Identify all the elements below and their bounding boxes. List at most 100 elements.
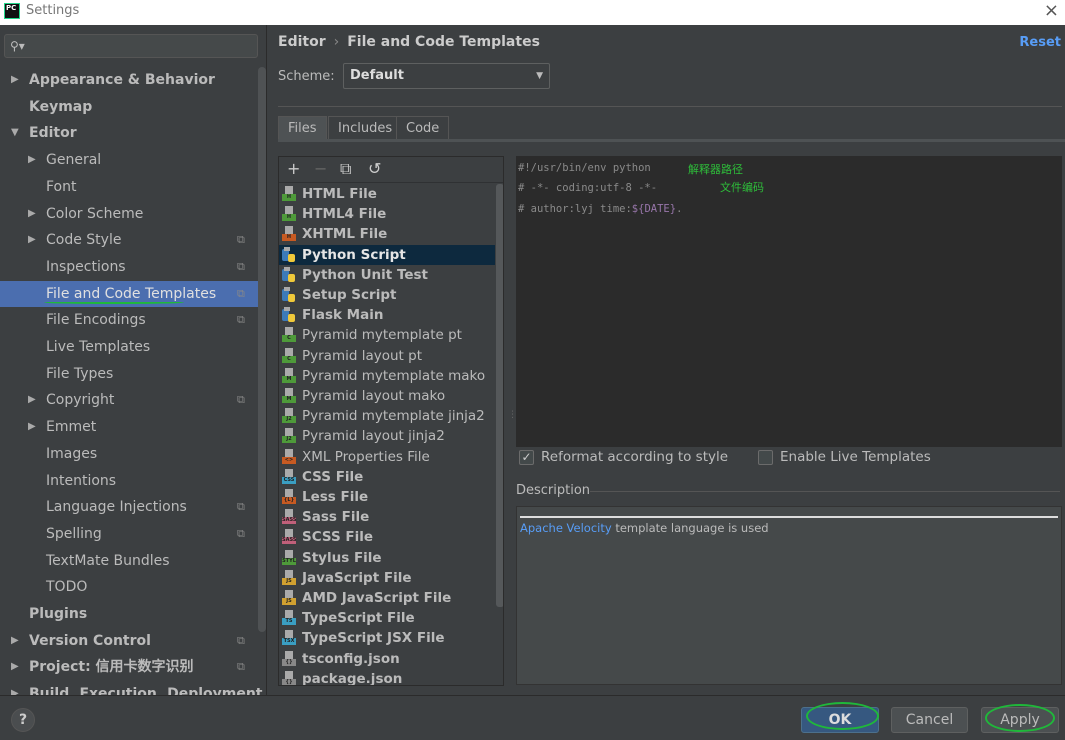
sidebar-item-plugins[interactable]: Plugins — [0, 601, 258, 627]
sidebar-item-label: File Encodings — [46, 312, 146, 329]
template-list-item[interactable]: Setup Script — [279, 285, 495, 305]
file-type-icon: SASS — [282, 509, 296, 525]
scheme-dropdown[interactable]: Default ▼ — [343, 63, 550, 89]
sidebar-item-project[interactable]: ▶ Project: 信用卡数字识别 ⧉ — [0, 654, 258, 680]
tab-includes[interactable]: Includes — [328, 116, 403, 140]
file-type-icon: {L} — [282, 489, 296, 505]
checkbox-checked-icon: ✓ — [519, 450, 534, 465]
template-list-item[interactable]: J2 Pyramid layout jinja2 — [279, 426, 495, 446]
sidebar-item-images[interactable]: Images — [0, 441, 258, 467]
sidebar-item-label: Build, Execution, Deployment — [29, 686, 263, 695]
template-list-scrollbar[interactable] — [496, 184, 503, 607]
sidebar-item-intentions[interactable]: Intentions — [0, 468, 258, 494]
search-input[interactable]: ⚲▾ — [4, 34, 258, 58]
tab-files[interactable]: Files — [278, 116, 327, 140]
sidebar-item-keymap[interactable]: Keymap — [0, 94, 258, 120]
sidebar-item-emmet[interactable]: ▶ Emmet — [0, 414, 258, 440]
copy-icon[interactable]: ⧉ — [340, 159, 351, 179]
project-scope-icon: ⧉ — [237, 660, 245, 674]
reset-link[interactable]: Reset — [1019, 35, 1061, 50]
chevron-right-icon[interactable]: ▶ — [28, 414, 36, 440]
template-list-item[interactable]: {} tsconfig.json — [279, 649, 495, 669]
sidebar-item-copyright[interactable]: ▶ Copyright ⧉ — [0, 387, 258, 413]
scheme-label: Scheme: — [278, 69, 335, 84]
sidebar-item-general[interactable]: ▶ General — [0, 147, 258, 173]
template-list-item[interactable]: H XHTML File — [279, 224, 495, 244]
template-list-item[interactable]: JS JavaScript File — [279, 568, 495, 588]
help-button[interactable]: ? — [11, 708, 35, 732]
template-list-item[interactable]: J2 Pyramid mytemplate jinja2 — [279, 406, 495, 426]
sidebar-item-spelling[interactable]: Spelling ⧉ — [0, 521, 258, 547]
breadcrumb-editor[interactable]: Editor — [278, 34, 326, 50]
template-list-item[interactable]: SASS SCSS File — [279, 527, 495, 547]
chevron-right-icon[interactable]: ▶ — [28, 147, 36, 173]
template-editor[interactable]: #!/usr/bin/env python # -*- coding:utf-8… — [516, 156, 1062, 447]
sidebar-item-todo[interactable]: TODO — [0, 574, 258, 600]
template-list-item[interactable]: <> XML Properties File — [279, 447, 495, 467]
sidebar-item-code-style[interactable]: ▶ Code Style ⧉ — [0, 227, 258, 253]
template-list-item[interactable]: Flask Main — [279, 305, 495, 325]
sidebar-item-font[interactable]: Font — [0, 174, 258, 200]
template-list-item[interactable]: C Pyramid layout pt — [279, 346, 495, 366]
template-list-item[interactable]: JS AMD JavaScript File — [279, 588, 495, 608]
search-icon: ⚲▾ — [10, 39, 25, 53]
python-file-icon — [282, 266, 296, 283]
file-type-icon: J2 — [282, 408, 296, 424]
template-list-item[interactable]: STYL Stylus File — [279, 548, 495, 568]
breadcrumb-separator: › — [333, 34, 340, 50]
sidebar-item-file-and-code-templates[interactable]: File and Code Templates ⧉ — [0, 280, 258, 307]
sidebar-item-language-injections[interactable]: Language Injections ⧉ — [0, 494, 258, 520]
sidebar-item-live-templates[interactable]: Live Templates — [0, 334, 258, 360]
template-list-item[interactable]: M Pyramid mytemplate mako — [279, 366, 495, 386]
pycharm-logo-icon: PC — [4, 3, 20, 19]
template-label: TypeScript File — [302, 610, 415, 627]
template-list-item[interactable]: {} package.json — [279, 669, 495, 685]
cancel-button[interactable]: Cancel — [891, 707, 968, 733]
project-scope-icon: ⧉ — [237, 286, 245, 300]
template-toolbar: + − ⧉ ↺ — [279, 157, 503, 183]
template-list-item[interactable]: TSX TypeScript JSX File — [279, 628, 495, 648]
sidebar-scrollbar[interactable] — [258, 67, 266, 632]
code-line: # author:lyj time:${DATE}. — [518, 203, 682, 215]
tab-code[interactable]: Code — [396, 116, 450, 140]
main-panel: Editor › File and Code Templates Reset Sch… — [268, 25, 1065, 695]
chevron-right-icon[interactable]: ▶ — [28, 201, 36, 227]
template-label: Pyramid mytemplate pt — [302, 327, 462, 344]
chevron-down-icon[interactable]: ▼ — [11, 120, 19, 146]
template-list-item[interactable]: C Pyramid mytemplate pt — [279, 325, 495, 345]
chevron-right-icon[interactable]: ▶ — [28, 387, 36, 413]
sidebar-item-file-encodings[interactable]: File Encodings ⧉ — [0, 307, 258, 333]
sidebar-item-file-types[interactable]: File Types — [0, 361, 258, 387]
template-list-item[interactable]: SASS Sass File — [279, 507, 495, 527]
sidebar-item-editor[interactable]: ▼ Editor — [0, 120, 258, 146]
template-label: Less File — [302, 489, 369, 505]
sidebar-item-appearance-behavior[interactable]: ▶ Appearance & Behavior — [0, 67, 258, 93]
template-list-item[interactable]: M Pyramid layout mako — [279, 386, 495, 406]
sidebar-item-label: TODO — [46, 579, 88, 596]
template-label: HTML File — [302, 186, 377, 202]
close-icon[interactable]: × — [1044, 0, 1059, 21]
add-icon[interactable]: + — [287, 159, 300, 178]
template-list-item[interactable]: Python Script — [279, 244, 495, 265]
apache-velocity-link[interactable]: Apache Velocity — [520, 521, 612, 535]
chevron-right-icon[interactable]: ▶ — [11, 67, 19, 93]
template-list-item[interactable]: H HTML4 File — [279, 204, 495, 224]
template-list-item[interactable]: TS TypeScript File — [279, 608, 495, 628]
sidebar-item-inspections[interactable]: Inspections ⧉ — [0, 254, 258, 280]
chevron-right-icon[interactable]: ▶ — [11, 681, 19, 695]
template-label: Pyramid layout mako — [302, 388, 446, 404]
template-list-item[interactable]: {L} Less File — [279, 487, 495, 507]
template-list-item[interactable]: CSS CSS File — [279, 467, 495, 487]
chevron-right-icon[interactable]: ▶ — [11, 628, 19, 654]
sidebar-item-version-control[interactable]: ▶ Version Control ⧉ — [0, 628, 258, 654]
remove-icon[interactable]: − — [314, 159, 327, 178]
revert-icon[interactable]: ↺ — [368, 159, 381, 178]
chevron-right-icon[interactable]: ▶ — [11, 654, 19, 680]
sidebar-item-build-execution-deployment[interactable]: ▶ Build, Execution, Deployment — [0, 681, 263, 695]
template-list-item[interactable]: H HTML File — [279, 184, 495, 204]
chevron-right-icon[interactable]: ▶ — [28, 227, 36, 253]
sidebar-item-color-scheme[interactable]: ▶ Color Scheme — [0, 201, 258, 227]
template-list-item[interactable]: Python Unit Test — [279, 265, 495, 285]
sidebar-item-textmate-bundles[interactable]: TextMate Bundles — [0, 548, 258, 574]
template-label: Stylus File — [302, 549, 382, 566]
